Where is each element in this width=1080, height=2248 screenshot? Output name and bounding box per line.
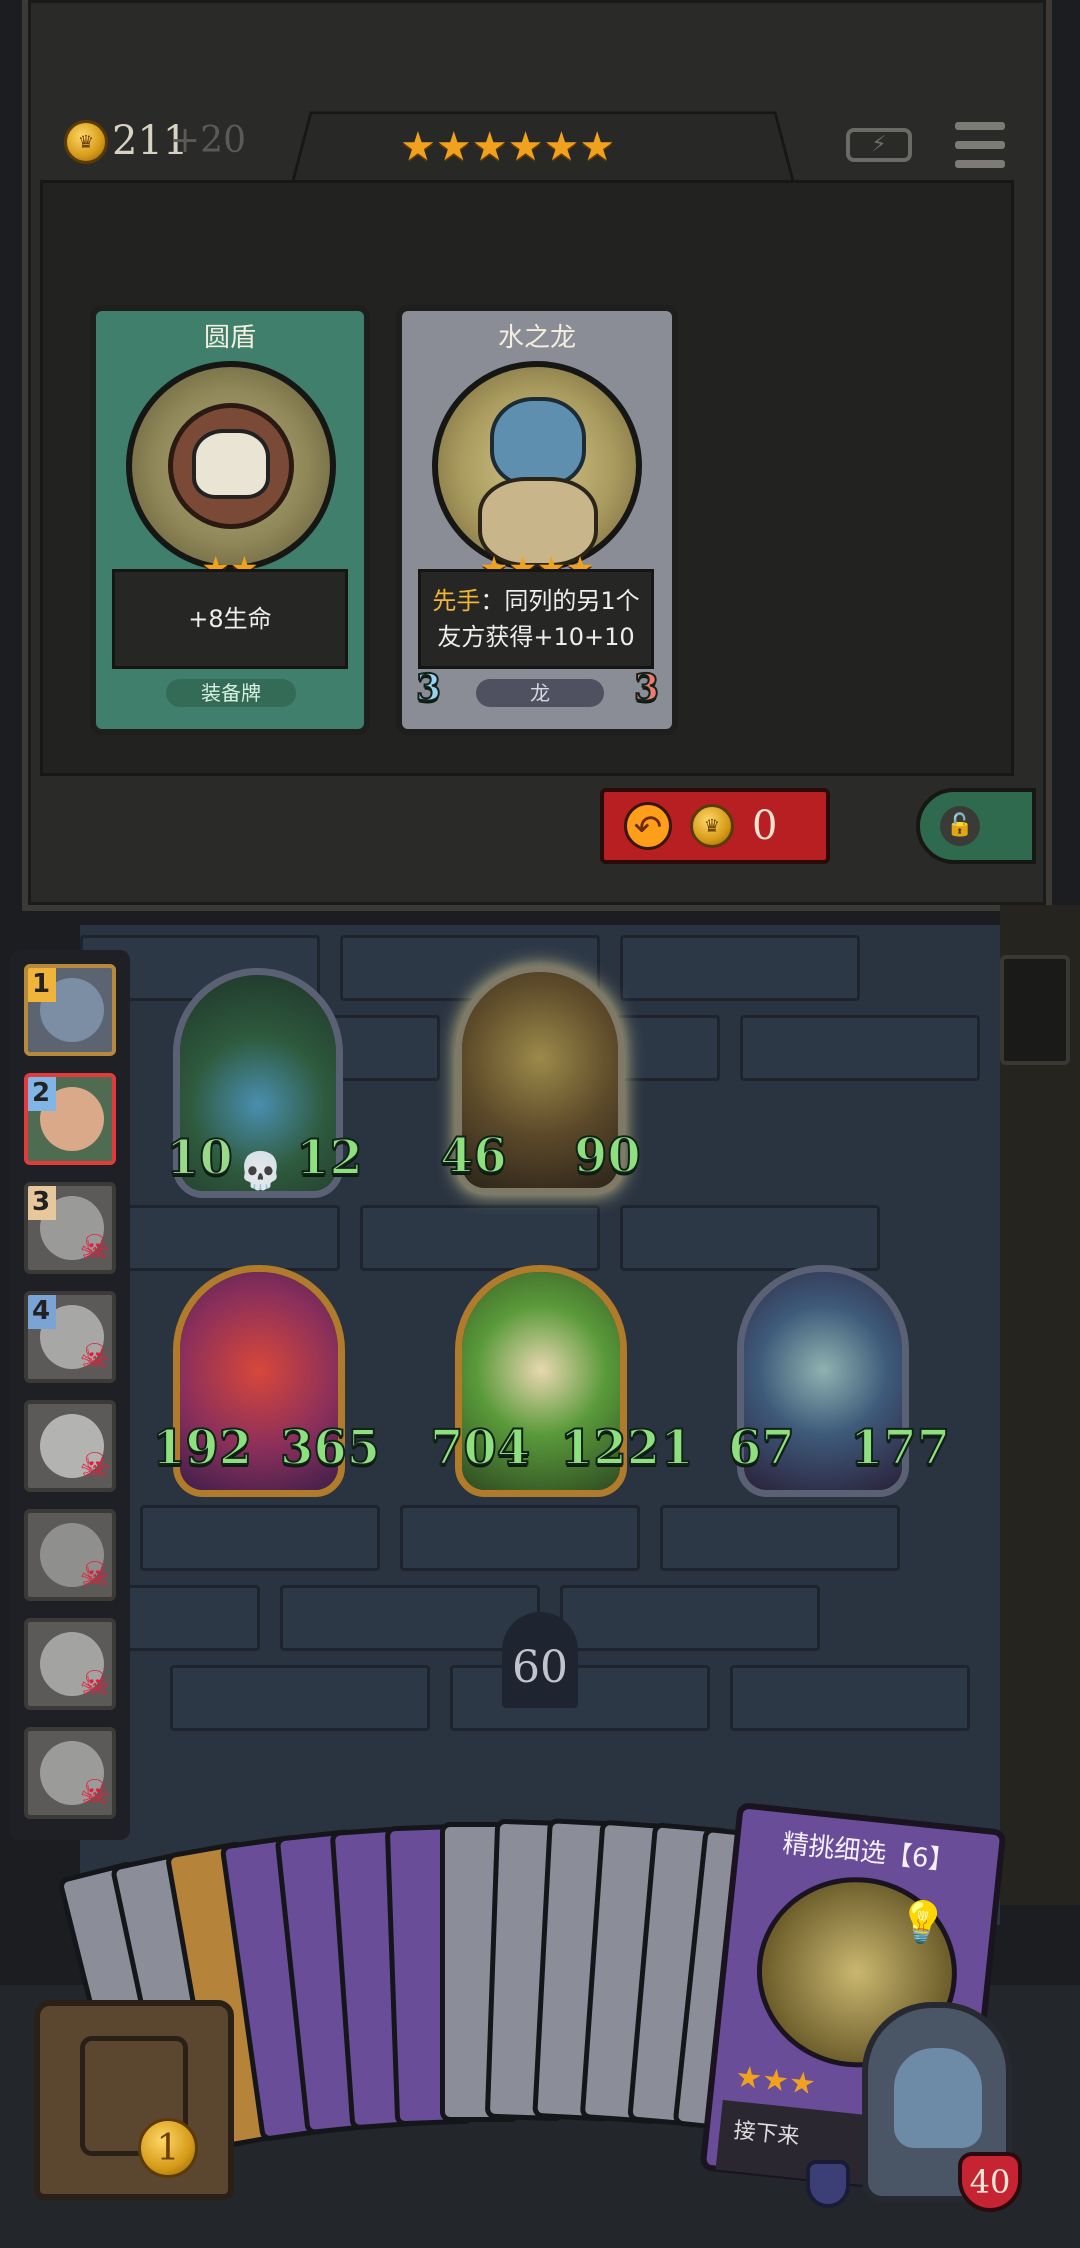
opponent-slot-4[interactable]: 4 ☠: [24, 1291, 116, 1383]
wall-brick: [170, 1665, 430, 1731]
gold-income: +20: [170, 120, 246, 161]
wall-brick: [620, 1205, 880, 1271]
opponent-slot-2[interactable]: 2: [24, 1073, 116, 1165]
treasure-chest-icon[interactable]: [34, 2000, 234, 2200]
refresh-cost: 0: [752, 803, 778, 849]
minion-health: 1221: [559, 1419, 695, 1477]
rank-badge: 3: [28, 1186, 56, 1220]
right-rail: [1000, 905, 1080, 1905]
minion-attack: 704: [429, 1419, 531, 1477]
minion-attack: 10: [165, 1129, 234, 1187]
chest-count: 1: [138, 2118, 198, 2178]
card-health: 3: [633, 666, 660, 710]
water-dragon-portrait: [432, 361, 642, 571]
wall-brick: [140, 1505, 380, 1571]
eliminated-skull-icon: ☠: [79, 1337, 110, 1377]
card-type: 龙: [476, 679, 604, 707]
eliminated-skull-icon: ☠: [79, 1446, 110, 1486]
hamburger-menu-icon[interactable]: [955, 122, 1005, 168]
minion-attack: 192: [151, 1419, 253, 1477]
turn-timer: 60: [502, 1612, 578, 1708]
wall-brick: [620, 935, 860, 1001]
wall-brick: [400, 1505, 640, 1571]
wall-brick: [280, 1585, 540, 1651]
minion-health: 365: [279, 1419, 381, 1477]
hero-face: [894, 2048, 982, 2148]
card-attack: 3: [415, 666, 442, 710]
keyword-first-strike: 先手: [432, 587, 481, 615]
eliminated-skull-icon: ☠: [79, 1664, 110, 1704]
opponent-slot-7[interactable]: ☠: [24, 1618, 116, 1710]
opponent-slot-1[interactable]: 1: [24, 964, 116, 1056]
wall-brick: [660, 1505, 900, 1571]
card-description: +8生命: [112, 569, 348, 669]
minion-health: 90: [573, 1127, 642, 1185]
minion-health: 177: [849, 1419, 951, 1477]
armor-shield-icon: [806, 2160, 850, 2208]
card-description: 先手：同列的另1个友方获得+10+10: [418, 569, 654, 669]
wall-brick: [360, 1205, 600, 1271]
wall-brick: [560, 1585, 820, 1651]
opponent-slot-5[interactable]: ☠: [24, 1400, 116, 1492]
shop-card-round-shield[interactable]: 圆盾 ★★ +8生命 装备牌: [90, 305, 370, 735]
skull-icon: 💀: [238, 1151, 283, 1192]
minion-attack: 67: [727, 1419, 796, 1477]
card-title: 水之龙: [497, 323, 576, 353]
shield-skull-icon: [126, 361, 336, 571]
card-title: 圆盾: [203, 323, 256, 353]
eliminated-skull-icon: ☠: [79, 1228, 110, 1268]
gold-coin-icon: ♛: [690, 804, 734, 848]
refresh-button[interactable]: ↶ ♛ 0: [600, 788, 830, 864]
card-stars: ★★★: [733, 2059, 818, 2103]
shop-card-water-dragon[interactable]: 水之龙 ★★★★ 先手：同列的另1个友方获得+10+10 龙 3 3: [396, 305, 678, 735]
side-latch-icon: [1000, 955, 1070, 1065]
tavern-tier-stars: ★★★★★★: [400, 124, 616, 170]
refresh-arrow-icon: ↶: [624, 802, 672, 850]
card-type: 装备牌: [166, 679, 296, 707]
rank-badge: 4: [28, 1295, 56, 1329]
battery-charging-icon: ⚡: [846, 128, 912, 162]
minion-attack: 46: [439, 1127, 508, 1185]
eliminated-skull-icon: ☠: [79, 1773, 110, 1813]
wall-brick: [730, 1665, 970, 1731]
eliminated-skull-icon: ☠: [79, 1555, 110, 1595]
rank-badge: 2: [28, 1077, 56, 1111]
card-title: 精挑细选【6】: [781, 1828, 956, 1877]
padlock-icon: 🔓: [940, 806, 980, 846]
minion-health: 12: [295, 1129, 364, 1187]
opponent-slot-3[interactable]: 3 ☠: [24, 1182, 116, 1274]
gold-coin-icon: ♛: [64, 120, 108, 164]
opponent-slot-8[interactable]: ☠: [24, 1727, 116, 1819]
opponent-slot-6[interactable]: ☠: [24, 1509, 116, 1601]
wall-brick: [450, 1665, 710, 1731]
lock-shop-button[interactable]: 🔓: [916, 788, 1036, 864]
rank-badge: 1: [28, 968, 56, 1002]
wall-brick: [740, 1015, 980, 1081]
lightbulb-icon: 💡: [895, 1897, 950, 1949]
